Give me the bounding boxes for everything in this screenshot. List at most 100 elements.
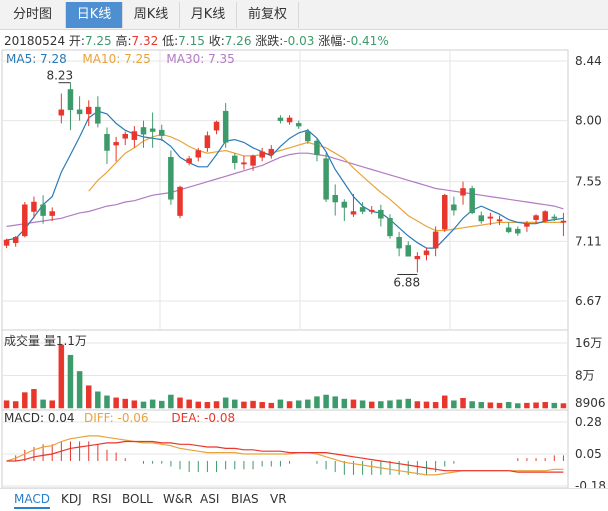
price-tick-label: 8.44 xyxy=(575,54,602,68)
volume-bar xyxy=(505,402,512,409)
volume-bar xyxy=(423,401,430,409)
macd-legend-item: DIFF: -0.06 xyxy=(84,411,149,425)
macd-tick-label: -0.18 xyxy=(575,479,606,488)
price-tick-label: 7.11 xyxy=(575,234,602,248)
candle-body xyxy=(533,215,539,220)
volume-bar xyxy=(104,395,110,409)
macd-tick-label: 0.28 xyxy=(575,415,602,429)
ma-legend-item: MA10: 7.25 xyxy=(82,52,150,66)
volume-bar xyxy=(524,402,530,409)
tab-kdj[interactable]: KDJ xyxy=(61,492,82,506)
candle-body xyxy=(432,231,439,249)
volume-bar xyxy=(131,400,138,409)
volume-bar xyxy=(542,402,548,409)
volume-bar xyxy=(122,398,128,409)
volume-bar xyxy=(177,397,183,409)
candle-body xyxy=(195,150,202,158)
candle-body xyxy=(186,158,192,163)
candle-body xyxy=(76,109,83,115)
candle-body xyxy=(49,211,55,216)
candle-body xyxy=(12,237,19,243)
volume-bar xyxy=(323,394,329,409)
candle-body xyxy=(551,216,558,219)
candle-body xyxy=(460,188,466,196)
volume-bar xyxy=(305,399,311,409)
volume-bar xyxy=(168,394,174,409)
tab-rsi[interactable]: RSI xyxy=(92,492,112,506)
volume-bar xyxy=(451,400,457,409)
tab-vr[interactable]: VR xyxy=(270,492,287,506)
volume-bar xyxy=(186,399,192,409)
tab-bias[interactable]: BIAS xyxy=(231,492,259,506)
volume-tick-label: 16万 xyxy=(575,336,602,350)
volume-bar xyxy=(113,397,119,409)
volume-bar xyxy=(222,397,229,409)
tab-wr[interactable]: W&R xyxy=(163,492,193,506)
volume-bar xyxy=(67,354,74,409)
volume-bar xyxy=(250,400,256,409)
candle-body xyxy=(232,155,238,163)
candle-body xyxy=(204,135,211,149)
volume-bar xyxy=(469,401,475,409)
candle-body xyxy=(305,131,311,142)
volume-bar xyxy=(350,399,357,409)
candle-body xyxy=(222,110,229,143)
candle-body xyxy=(250,155,256,166)
volume-bar xyxy=(560,403,567,409)
volume-bar xyxy=(359,400,366,409)
volume-bar xyxy=(432,402,439,409)
candle-body xyxy=(478,215,485,222)
ma5-line xyxy=(6,110,564,249)
volume-tick-label: 8906 xyxy=(575,396,606,410)
candle-body xyxy=(177,186,183,216)
candle-body xyxy=(95,106,101,124)
dea-line xyxy=(6,440,564,473)
candle-body xyxy=(414,256,421,260)
volume-bar xyxy=(387,400,393,409)
candle-body xyxy=(85,106,92,115)
candle-body xyxy=(542,211,548,222)
volume-bar xyxy=(332,396,338,409)
candle-body xyxy=(104,133,110,151)
candle-body xyxy=(3,239,10,246)
candle-body xyxy=(40,204,46,216)
min-price-label: 6.88 xyxy=(393,276,420,290)
candle-body xyxy=(387,218,393,237)
candle-body xyxy=(286,117,293,123)
volume-bar xyxy=(204,402,211,409)
candle-body xyxy=(524,223,530,227)
tab-macd[interactable]: MACD xyxy=(14,492,50,509)
volume-bar xyxy=(551,402,558,409)
candle-body xyxy=(368,209,375,212)
candle-body xyxy=(159,129,165,136)
volume-bar xyxy=(396,399,402,409)
volume-bar xyxy=(259,402,265,409)
candle-body xyxy=(149,128,156,132)
volume-bar xyxy=(195,401,202,409)
max-price-label: 8.23 xyxy=(46,69,73,83)
volume-title: 成交量 量1.1万 xyxy=(4,333,87,348)
candle-body xyxy=(122,133,128,139)
price-tick-label: 8.00 xyxy=(575,114,602,128)
volume-bar xyxy=(149,399,156,409)
candle-body xyxy=(496,219,503,222)
candle-body xyxy=(314,140,320,155)
tab-asi[interactable]: ASI xyxy=(200,492,219,506)
volume-bar xyxy=(405,398,411,409)
volume-bar xyxy=(341,398,348,409)
tab-boll[interactable]: BOLL xyxy=(122,492,153,506)
volume-bar xyxy=(295,400,302,409)
volume-bar xyxy=(95,391,101,409)
volume-bar xyxy=(442,395,448,409)
candle-body xyxy=(396,237,402,249)
candle-body xyxy=(442,194,448,230)
candle-body xyxy=(259,151,265,158)
volume-bar xyxy=(232,399,238,409)
candle-body xyxy=(168,157,174,200)
volume-bar xyxy=(368,401,375,409)
candle-body xyxy=(505,227,512,233)
volume-bar xyxy=(213,401,220,409)
volume-bar xyxy=(533,402,539,409)
macd-legend-item: DEA: -0.08 xyxy=(171,411,235,425)
diff-line xyxy=(6,435,564,476)
